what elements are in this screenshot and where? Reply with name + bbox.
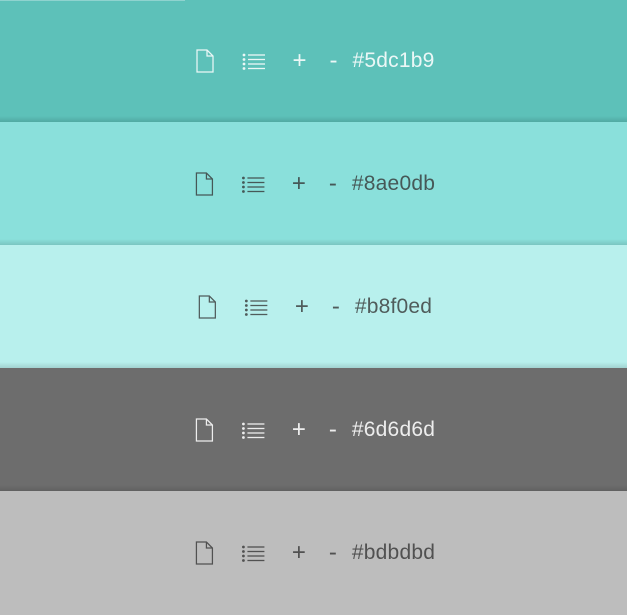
list-icon: [241, 545, 264, 562]
document-button[interactable]: [193, 48, 217, 74]
document-button[interactable]: [192, 417, 216, 443]
document-icon: [195, 417, 213, 442]
list-button[interactable]: [243, 294, 269, 320]
hex-code[interactable]: #8ae0db: [352, 171, 435, 197]
hex-code[interactable]: #b8f0ed: [355, 294, 432, 320]
hex-code[interactable]: #5dc1b9: [353, 48, 435, 74]
remove-button[interactable]: -: [326, 170, 340, 197]
color-swatch-1: + - #5dc1b9: [0, 0, 627, 122]
list-icon: [244, 299, 267, 316]
document-icon: [195, 171, 213, 196]
color-swatch-5: + - #bdbdbd: [0, 491, 627, 614]
swatch-toolbar: + - #6d6d6d: [192, 416, 435, 443]
add-button[interactable]: +: [289, 48, 311, 74]
list-button[interactable]: [241, 48, 267, 74]
add-button[interactable]: +: [288, 416, 310, 443]
document-button[interactable]: [192, 171, 216, 197]
top-edge-highlight: [0, 0, 185, 1]
remove-button[interactable]: -: [329, 293, 343, 320]
document-button[interactable]: [192, 540, 216, 566]
swatch-toolbar: + - #5dc1b9: [193, 48, 435, 74]
list-button[interactable]: [240, 540, 266, 566]
list-icon: [242, 53, 265, 70]
hex-code[interactable]: #bdbdbd: [352, 540, 435, 566]
color-swatch-4: + - #6d6d6d: [0, 368, 627, 491]
add-button[interactable]: +: [288, 170, 310, 197]
add-button[interactable]: +: [291, 293, 313, 320]
add-button[interactable]: +: [288, 539, 310, 566]
swatch-toolbar: + - #bdbdbd: [192, 539, 435, 566]
list-button[interactable]: [240, 171, 266, 197]
remove-button[interactable]: -: [326, 416, 340, 443]
hex-code[interactable]: #6d6d6d: [352, 417, 435, 443]
color-swatch-2: + - #8ae0db: [0, 122, 627, 245]
document-icon: [198, 294, 216, 319]
list-button[interactable]: [240, 417, 266, 443]
swatch-toolbar: + - #b8f0ed: [195, 293, 432, 320]
remove-button[interactable]: -: [326, 539, 340, 566]
document-button[interactable]: [195, 294, 219, 320]
color-palette: + - #5dc1b9 + - #8ae0db + - #b8f0ed + - …: [0, 0, 627, 615]
color-swatch-3: + - #b8f0ed: [0, 245, 627, 368]
swatch-toolbar: + - #8ae0db: [192, 170, 435, 197]
remove-button[interactable]: -: [327, 48, 341, 74]
list-icon: [241, 176, 264, 193]
document-icon: [195, 49, 214, 73]
document-icon: [195, 540, 213, 565]
list-icon: [241, 422, 264, 439]
